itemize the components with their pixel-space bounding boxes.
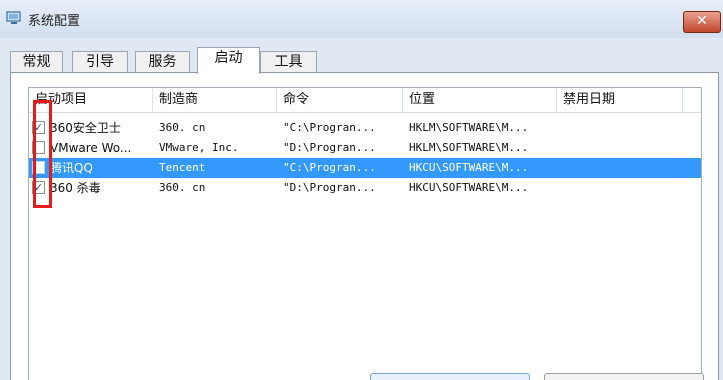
row-location: HKCU\SOFTWARE\M... [409, 181, 529, 194]
row-location: HKLM\SOFTWARE\M... [409, 121, 529, 134]
close-icon: ✕ [696, 13, 708, 29]
close-button[interactable]: ✕ [683, 11, 721, 33]
column-header-location[interactable]: 位置 [403, 88, 557, 112]
row-manufacturer: 360. cn [159, 121, 206, 134]
window-title: 系统配置 [28, 14, 81, 29]
row-date-disabled [563, 138, 681, 158]
list-header: 启动项目 制造商 命令 位置 禁用日期 [29, 88, 701, 113]
tab-startup[interactable]: 启动 [197, 47, 260, 74]
row-manufacturer: Tencent [159, 161, 206, 174]
row-command: "D:\Progran... [283, 181, 376, 194]
title-bar: 系统配置 ✕ [0, 0, 723, 38]
computer-window-icon [6, 11, 21, 24]
tab-general[interactable]: 常规 [10, 51, 63, 73]
row-command: "C:\Progran... [283, 121, 376, 134]
row-manufacturer: 360. cn [159, 181, 206, 194]
row-name: VMware Wo... [50, 141, 132, 155]
row-command: "D:\Progran... [283, 141, 376, 154]
startup-row-tencent-qq[interactable]: 腾讯QQ Tencent "C:\Progran... HKCU\SOFTWAR… [29, 158, 701, 178]
row-date-disabled [563, 118, 681, 138]
system-config-window: 系统配置 ✕ 常规 引导 服务 启动 工具 启动项目 制造商 命令 位置 禁用日… [0, 0, 723, 380]
startup-row-360-antivirus[interactable]: ✓ 360 杀毒 360. cn "D:\Progran... HKCU\SOF… [29, 178, 701, 198]
tab-boot[interactable]: 引导 [72, 51, 128, 73]
startup-panel: 启动项目 制造商 命令 位置 禁用日期 ✓ 360安全卫士 360. cn "C… [10, 72, 719, 380]
bottom-button-left[interactable] [370, 373, 530, 380]
column-header-manufacturer[interactable]: 制造商 [153, 88, 277, 112]
column-header-command[interactable]: 命令 [277, 88, 403, 112]
column-header-date-disabled[interactable]: 禁用日期 [557, 88, 683, 112]
row-name: 腾讯QQ [50, 161, 93, 175]
startup-row-360-safeguard[interactable]: ✓ 360安全卫士 360. cn "C:\Progran... HKLM\SO… [29, 118, 701, 138]
row-command: "C:\Progran... [283, 161, 376, 174]
row-location: HKCU\SOFTWARE\M... [409, 161, 529, 174]
bottom-button-right[interactable] [544, 373, 704, 380]
row-location: HKLM\SOFTWARE\M... [409, 141, 529, 154]
tab-tools[interactable]: 工具 [260, 51, 317, 73]
checkbox-highlight-annotation [33, 100, 52, 208]
tab-services[interactable]: 服务 [135, 51, 190, 73]
row-date-disabled [563, 158, 681, 178]
row-manufacturer: VMware, Inc. [159, 141, 239, 154]
startup-list: 启动项目 制造商 命令 位置 禁用日期 ✓ 360安全卫士 360. cn "C… [28, 87, 702, 380]
startup-row-vmware[interactable]: VMware Wo... VMware, Inc. "D:\Progran...… [29, 138, 701, 158]
row-name: 360 杀毒 [50, 181, 101, 195]
row-name: 360安全卫士 [50, 121, 121, 135]
row-date-disabled [563, 178, 681, 198]
